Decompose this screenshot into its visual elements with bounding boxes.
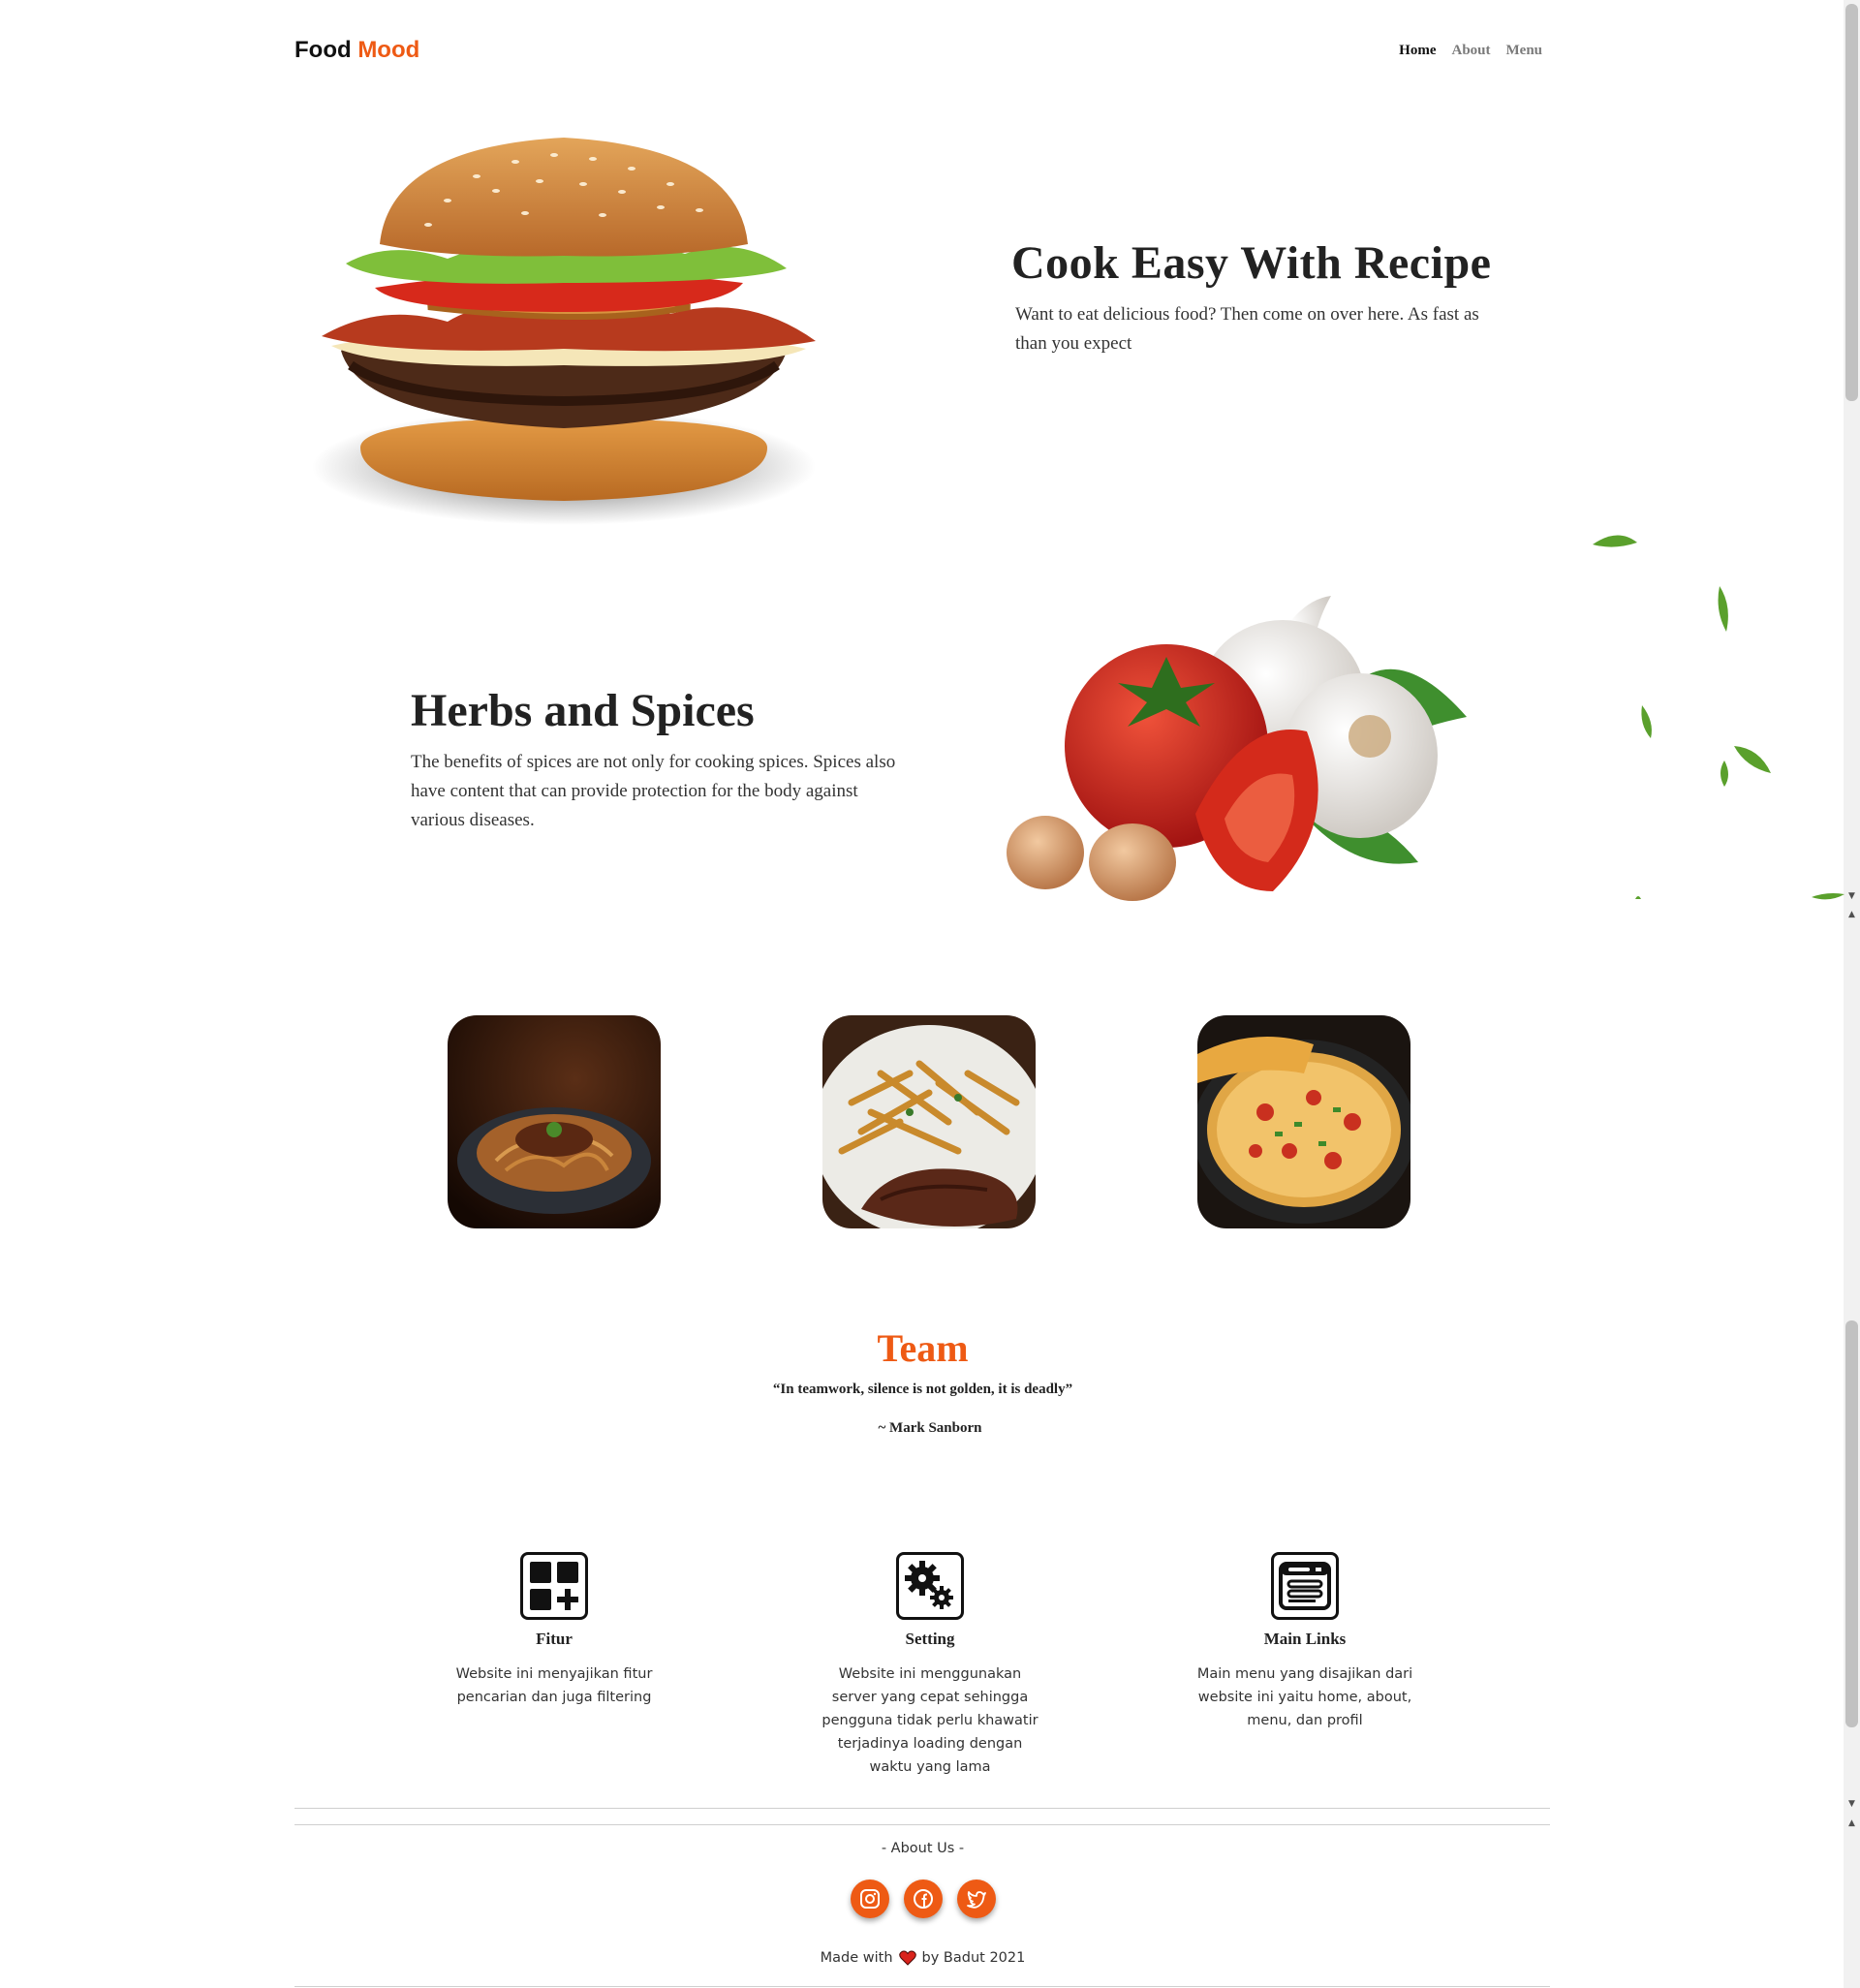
food-card-pizza[interactable] <box>1197 1015 1410 1228</box>
scrollbar-thumb[interactable] <box>1845 4 1858 401</box>
feature-title: Fitur <box>536 1630 573 1648</box>
made-with-credit: Made with by Badut 2021 <box>0 1950 1845 1966</box>
herbs-description: The benefits of spices are not only for … <box>411 752 896 830</box>
navbar: Food Mood Home About Menu <box>294 35 1550 66</box>
footer-divider <box>294 1808 1550 1809</box>
twitter-icon[interactable] <box>956 1879 996 1918</box>
brand-first-word: Food <box>294 37 352 63</box>
made-with-suffix: by Badut 2021 <box>921 1950 1026 1966</box>
footer-bottom-divider <box>294 1986 1550 1987</box>
footer-divider <box>294 1824 1550 1825</box>
feature-title: Setting <box>905 1630 955 1648</box>
feature-main-links: Main Links Main menu yang disajikan dari… <box>1189 1552 1421 1732</box>
vegetables-image <box>1007 596 1467 901</box>
nav-links: Home About Menu <box>1399 43 1550 59</box>
feature-fitur: Fitur Website ini menyajikan fitur penca… <box>438 1552 670 1709</box>
feature-description: Website ini menggunakan server yang cepa… <box>822 1666 1038 1775</box>
secondary-scrollbar[interactable]: ▲ ▼ ▲ <box>1844 908 1860 1988</box>
browser-window-icon <box>1271 1552 1339 1620</box>
pizza-image <box>1197 1015 1410 1228</box>
feature-description: Website ini menyajikan fitur pencarian d… <box>455 1666 653 1705</box>
pasta-image <box>448 1015 661 1228</box>
team-quote-author: ~ Mark Sanborn <box>878 1420 982 1436</box>
burger-image <box>312 138 816 525</box>
nav-link-menu[interactable]: Menu <box>1506 43 1543 59</box>
brand-logo[interactable]: Food Mood <box>294 37 419 64</box>
scrollbar-thumb[interactable] <box>1845 1320 1858 1727</box>
grid-plus-icon <box>520 1552 588 1620</box>
gears-icon <box>896 1552 964 1620</box>
brand-second-word: Mood <box>357 37 420 63</box>
about-us-label[interactable]: - About Us - <box>0 1841 1845 1856</box>
team-quote: “In teamwork, silence is not golden, it … <box>772 1382 1073 1397</box>
feature-description: Main menu yang disajikan dari website in… <box>1196 1666 1413 1728</box>
facebook-icon[interactable] <box>903 1879 943 1918</box>
hero-description: Want to eat delicious food? Then come on… <box>1015 304 1479 354</box>
nav-link-about[interactable]: About <box>1451 43 1490 59</box>
instagram-icon[interactable] <box>850 1879 889 1918</box>
nav-link-home[interactable]: Home <box>1399 43 1436 59</box>
feature-setting: Setting Website ini menggunakan server y… <box>814 1552 1046 1779</box>
social-links <box>0 1879 1845 1918</box>
made-with-prefix: Made with <box>820 1950 893 1966</box>
team-title: Team <box>877 1326 969 1370</box>
scroll-up-arrow-icon[interactable]: ▲ <box>1844 1817 1860 1830</box>
scroll-down-arrow-icon[interactable]: ▼ <box>1844 1797 1860 1811</box>
feature-title: Main Links <box>1263 1630 1347 1648</box>
food-card-pasta[interactable] <box>448 1015 661 1228</box>
food-card-steak-fries[interactable] <box>822 1015 1036 1228</box>
hero-title: Cook Easy With Recipe <box>1011 237 1492 289</box>
heart-icon <box>898 1950 916 1966</box>
herbs-title: Herbs and Spices <box>411 685 755 736</box>
floating-leaves-decoration <box>1593 535 1844 900</box>
steak-fries-image <box>822 1015 1036 1228</box>
